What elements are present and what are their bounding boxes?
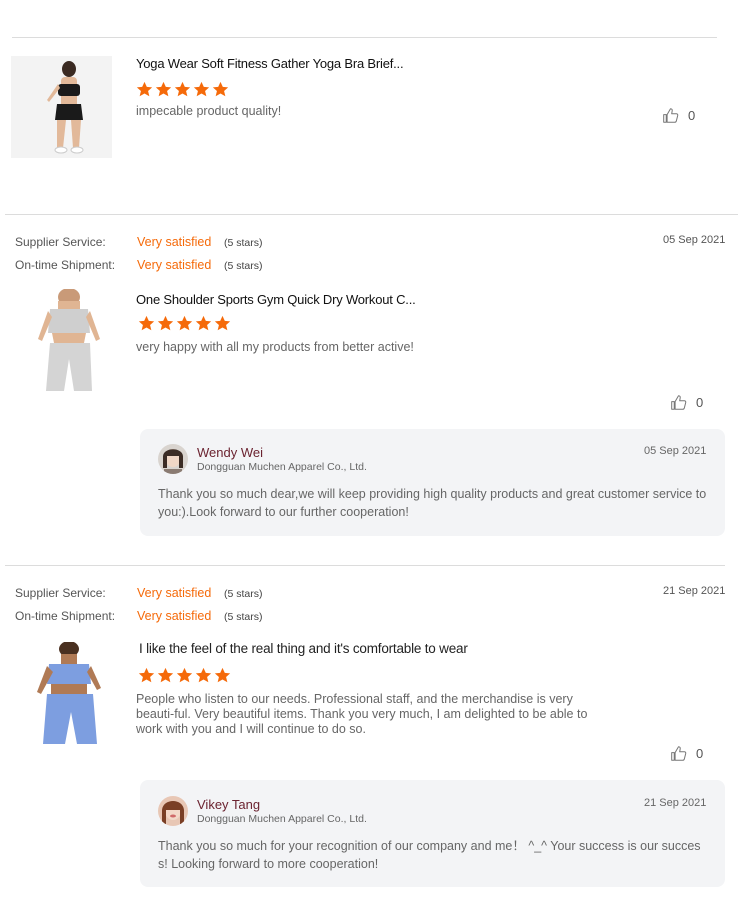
shipment-count: (5 stars) [224, 260, 263, 272]
divider [5, 565, 725, 566]
review-text: very happy with all my products from bet… [136, 340, 414, 354]
star-icon [195, 315, 212, 331]
star-icon [138, 667, 155, 683]
reply-author-name: Wendy Wei [197, 445, 263, 460]
thumbs-up-icon [671, 395, 687, 410]
supplier-service-value: Very satisfied [137, 235, 212, 249]
product-title[interactable]: I like the feel of the real thing and it… [139, 641, 468, 656]
star-icon [214, 667, 231, 683]
avatar [158, 444, 188, 474]
reply-text: Thank you so much dear,we will keep prov… [158, 487, 707, 519]
star-icon [155, 81, 172, 97]
review-date: 05 Sep 2021 [663, 234, 726, 246]
thumbs-up-icon [663, 108, 679, 123]
supplier-reply: Wendy Wei Dongguan Muchen Apparel Co., L… [140, 429, 725, 536]
avatar [158, 796, 188, 826]
supplier-service-label: Supplier Service: [15, 586, 106, 600]
supplier-service-value: Very satisfied [137, 586, 212, 600]
star-icon [214, 315, 231, 331]
product-thumbnail-blue-yoga-set[interactable] [31, 642, 115, 744]
supplier-service-count: (5 stars) [224, 588, 263, 600]
supplier-reply: Vikey Tang Dongguan Muchen Apparel Co., … [140, 780, 725, 887]
star-icon [138, 315, 155, 331]
product-title[interactable]: One Shoulder Sports Gym Quick Dry Workou… [136, 292, 416, 307]
product-thumbnail-yoga-bra-brief[interactable] [11, 56, 112, 158]
star-rating [136, 81, 229, 98]
supplier-service-label: Supplier Service: [15, 235, 106, 249]
star-icon [176, 667, 193, 683]
supplier-service-count: (5 stars) [224, 237, 263, 249]
star-rating [138, 667, 231, 684]
star-icon [176, 315, 193, 331]
shipment-label: On-time Shipment: [15, 609, 116, 623]
star-icon [136, 81, 153, 97]
like-button[interactable]: 0 [670, 394, 703, 411]
star-rating [138, 315, 231, 332]
star-icon [212, 81, 229, 97]
star-icon [174, 81, 191, 97]
star-icon [157, 667, 174, 683]
like-button[interactable]: 0 [670, 745, 703, 762]
star-icon [195, 667, 212, 683]
like-count: 0 [696, 395, 704, 410]
divider [5, 214, 738, 215]
thumbs-up-icon [671, 746, 687, 761]
shipment-count: (5 stars) [224, 611, 263, 623]
like-count: 0 [696, 746, 704, 761]
shipment-value: Very satisfied [137, 609, 212, 623]
review-date: 21 Sep 2021 [663, 585, 726, 597]
product-title[interactable]: Yoga Wear Soft Fitness Gather Yoga Bra B… [136, 56, 404, 71]
review-text: People who listen to our needs. Professi… [136, 692, 588, 736]
like-count: 0 [688, 108, 696, 123]
star-icon [157, 315, 174, 331]
reply-company: Dongguan Muchen Apparel Co., Ltd. [197, 813, 367, 825]
reply-date: 05 Sep 2021 [644, 445, 707, 457]
shipment-label: On-time Shipment: [15, 258, 116, 272]
reply-text: Thank you so much for your recognition o… [158, 839, 701, 871]
reply-date: 21 Sep 2021 [644, 797, 707, 809]
reply-author-name: Vikey Tang [197, 797, 261, 812]
shipment-value: Very satisfied [137, 258, 212, 272]
product-thumbnail-one-shoulder-set[interactable] [24, 289, 115, 392]
reply-company: Dongguan Muchen Apparel Co., Ltd. [197, 461, 367, 473]
review-text: impecable product quality! [136, 104, 282, 118]
divider [12, 37, 717, 38]
star-icon [193, 81, 210, 97]
like-button[interactable]: 0 [662, 107, 695, 124]
